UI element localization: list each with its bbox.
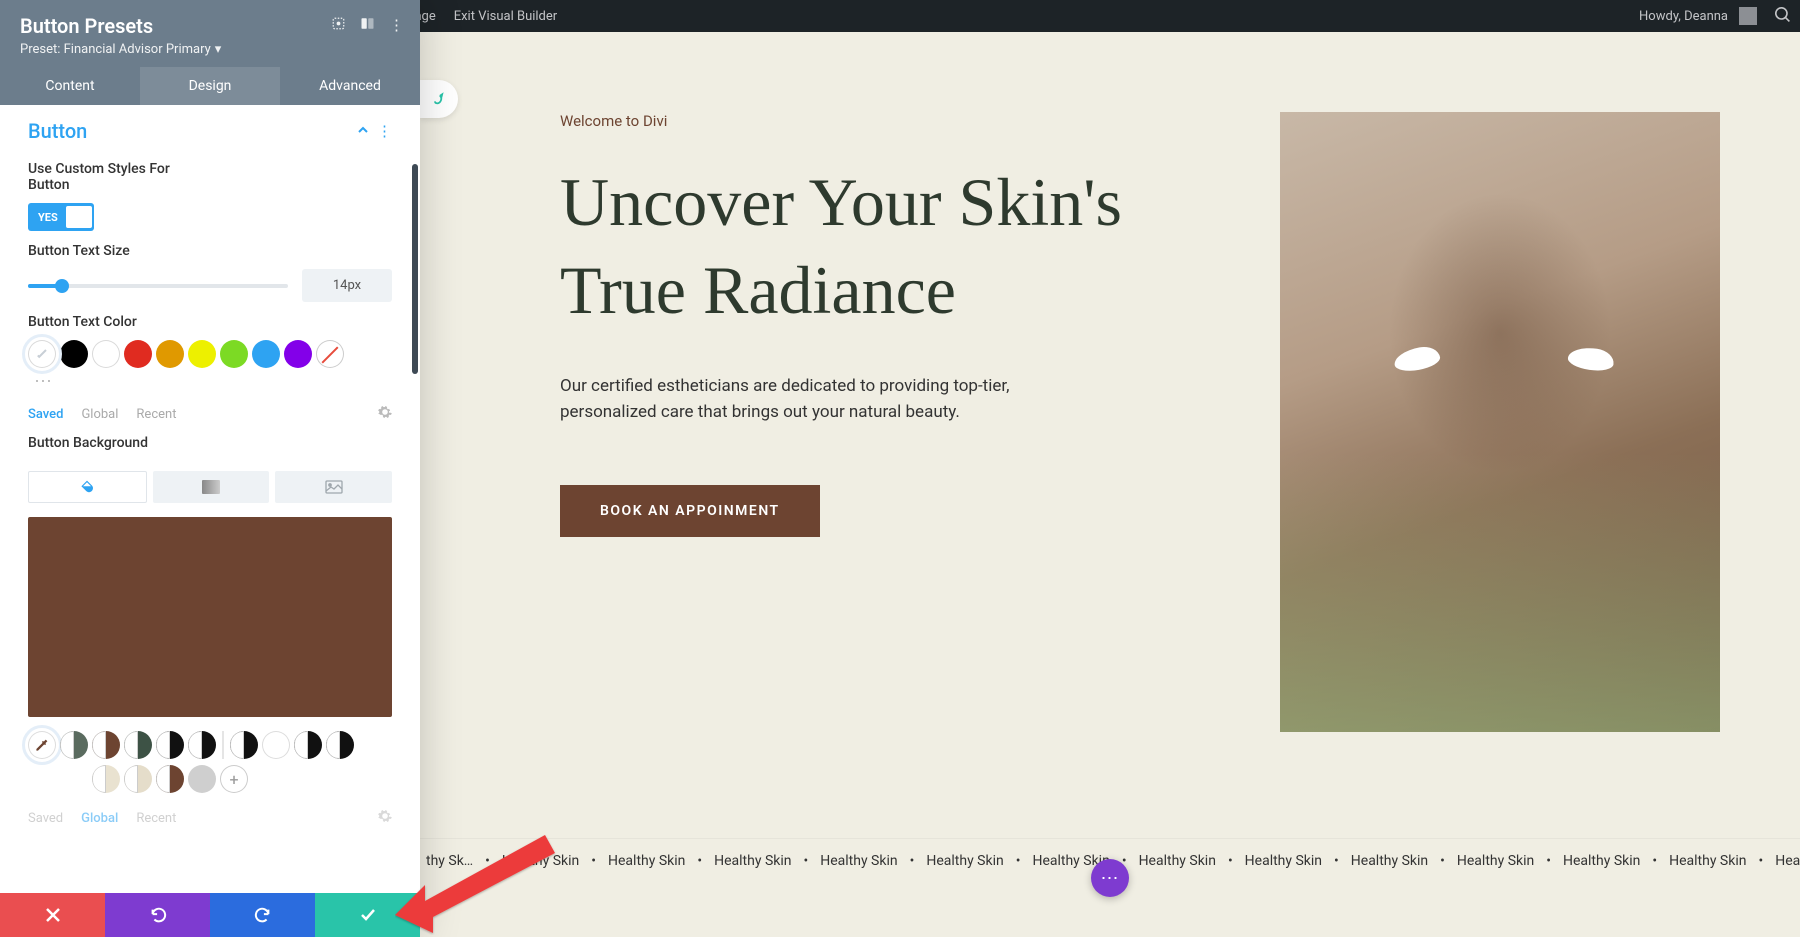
global-color-palette: + bbox=[0, 717, 420, 793]
color-swatch[interactable] bbox=[156, 340, 184, 368]
button-background-field: Button Background bbox=[0, 423, 420, 451]
global-swatch[interactable] bbox=[230, 731, 258, 759]
global-swatch[interactable] bbox=[294, 731, 322, 759]
bg-tab-image[interactable] bbox=[275, 471, 392, 503]
slider-thumb[interactable] bbox=[55, 279, 69, 293]
toggle-knob bbox=[66, 206, 92, 228]
global-swatch[interactable] bbox=[188, 765, 216, 793]
text-color-swatches bbox=[28, 340, 392, 368]
color-swatch[interactable] bbox=[92, 340, 120, 368]
preset-selector[interactable]: Preset: Financial Advisor Primary ▾ bbox=[20, 42, 400, 57]
eyebrow-text[interactable]: Welcome to Divi bbox=[560, 112, 1200, 130]
panel-scrollbar[interactable] bbox=[412, 164, 418, 374]
hero-text-column: Welcome to Divi Uncover Your Skin's True… bbox=[560, 112, 1200, 732]
text-color-label: Button Text Color bbox=[28, 314, 392, 330]
builder-fab[interactable]: ⋯ bbox=[1091, 859, 1129, 897]
section-title: Button bbox=[28, 119, 87, 143]
global-swatch[interactable] bbox=[124, 765, 152, 793]
search-toggle[interactable] bbox=[1766, 0, 1800, 32]
hero-body[interactable]: Our certified estheticians are dedicated… bbox=[560, 373, 1010, 426]
global-swatch[interactable] bbox=[92, 765, 120, 793]
color-swatch[interactable] bbox=[124, 340, 152, 368]
page-canvas: Welcome to Divi Uncover Your Skin's True… bbox=[420, 32, 1800, 937]
global-swatch[interactable] bbox=[326, 731, 354, 759]
global-swatch[interactable] bbox=[92, 731, 120, 759]
tab-content[interactable]: Content bbox=[0, 67, 140, 105]
search-icon bbox=[1775, 7, 1791, 26]
hero-title[interactable]: Uncover Your Skin's True Radiance bbox=[560, 158, 1200, 335]
global-swatch[interactable] bbox=[156, 731, 184, 759]
bg-label: Button Background bbox=[28, 435, 392, 451]
panel-body: Button ⋮ Use Custom Styles For Button YE… bbox=[0, 105, 420, 893]
undo-button[interactable] bbox=[105, 893, 210, 937]
text-size-label: Button Text Size bbox=[28, 243, 392, 259]
global-swatch[interactable] bbox=[156, 765, 184, 793]
text-color-field: Button Text Color ⋯ bbox=[0, 302, 420, 395]
use-custom-toggle[interactable]: YES bbox=[28, 203, 94, 231]
exit-visual-builder-link[interactable]: Exit Visual Builder bbox=[445, 0, 566, 32]
face-cream-swatch bbox=[1393, 344, 1442, 374]
palette-settings-icon[interactable] bbox=[378, 405, 392, 423]
bg-type-tabs bbox=[0, 461, 420, 503]
panel-tabs: Content Design Advanced bbox=[0, 67, 420, 105]
palette-tab-saved[interactable]: Saved bbox=[28, 811, 63, 826]
color-swatch[interactable] bbox=[188, 340, 216, 368]
palette-tab-global[interactable]: Global bbox=[81, 811, 118, 826]
scope-icon[interactable] bbox=[331, 16, 346, 35]
bg-tab-color[interactable] bbox=[28, 471, 147, 503]
global-swatch[interactable] bbox=[188, 731, 216, 759]
color-palette-tabs: Saved Global Recent bbox=[0, 395, 420, 423]
layout-icon[interactable] bbox=[360, 16, 375, 35]
palette-tab-saved[interactable]: Saved bbox=[28, 407, 63, 422]
swatch-divider bbox=[222, 731, 224, 759]
expand-canvas-tab[interactable] bbox=[420, 80, 458, 118]
text-size-slider[interactable] bbox=[28, 284, 288, 288]
add-global-color[interactable]: + bbox=[220, 765, 248, 793]
redo-button[interactable] bbox=[210, 893, 315, 937]
palette-settings-icon[interactable] bbox=[378, 809, 392, 827]
section-kebab-icon[interactable]: ⋮ bbox=[377, 122, 392, 140]
preset-name: Preset: Financial Advisor Primary bbox=[20, 42, 211, 57]
greeting-text: Howdy, Deanna bbox=[1639, 9, 1728, 24]
panel-footer bbox=[0, 893, 420, 937]
text-size-field: Button Text Size bbox=[0, 231, 420, 302]
section-button-head[interactable]: Button ⋮ bbox=[0, 105, 420, 149]
save-button[interactable] bbox=[315, 893, 420, 937]
palette-tab-recent[interactable]: Recent bbox=[136, 811, 176, 826]
bg-tab-gradient[interactable] bbox=[153, 471, 270, 503]
color-swatch-none[interactable] bbox=[316, 340, 344, 368]
global-swatch[interactable] bbox=[262, 731, 290, 759]
color-swatch[interactable] bbox=[284, 340, 312, 368]
button-presets-panel: Button Presets Preset: Financial Advisor… bbox=[0, 0, 420, 937]
more-swatches-icon[interactable]: ⋯ bbox=[28, 368, 392, 395]
kebab-menu-icon[interactable]: ⋮ bbox=[389, 16, 404, 35]
cancel-button[interactable] bbox=[0, 893, 105, 937]
color-swatch[interactable] bbox=[252, 340, 280, 368]
exit-vb-label: Exit Visual Builder bbox=[454, 9, 557, 24]
color-swatch[interactable] bbox=[220, 340, 248, 368]
toggle-yes-label: YES bbox=[30, 211, 66, 224]
collapse-icon[interactable] bbox=[357, 122, 369, 140]
global-swatch[interactable] bbox=[124, 731, 152, 759]
hero-image[interactable] bbox=[1280, 112, 1720, 732]
palette-tab-global[interactable]: Global bbox=[81, 407, 118, 422]
text-size-input[interactable] bbox=[302, 269, 392, 302]
color-swatch[interactable] bbox=[60, 340, 88, 368]
avatar bbox=[1739, 7, 1757, 25]
global-swatch[interactable] bbox=[60, 731, 88, 759]
account-link[interactable]: Howdy, Deanna bbox=[1630, 0, 1766, 32]
tab-advanced[interactable]: Advanced bbox=[280, 67, 420, 105]
color-swatch-selected[interactable] bbox=[28, 340, 56, 368]
eyedropper-swatch[interactable] bbox=[28, 731, 56, 759]
palette-tab-recent[interactable]: Recent bbox=[136, 407, 176, 422]
book-appointment-button[interactable]: BOOK AN APPOINMENT bbox=[560, 485, 820, 537]
bg-palette-tabs: Saved Global Recent bbox=[0, 799, 420, 827]
use-custom-label: Use Custom Styles For Button bbox=[28, 161, 188, 193]
tab-design[interactable]: Design bbox=[140, 67, 280, 105]
bg-color-preview[interactable] bbox=[28, 517, 392, 717]
chevron-down-icon: ▾ bbox=[215, 42, 222, 57]
panel-header: Button Presets Preset: Financial Advisor… bbox=[0, 0, 420, 67]
face-cream-swatch bbox=[1567, 344, 1616, 372]
use-custom-field: Use Custom Styles For Button YES bbox=[0, 149, 420, 231]
